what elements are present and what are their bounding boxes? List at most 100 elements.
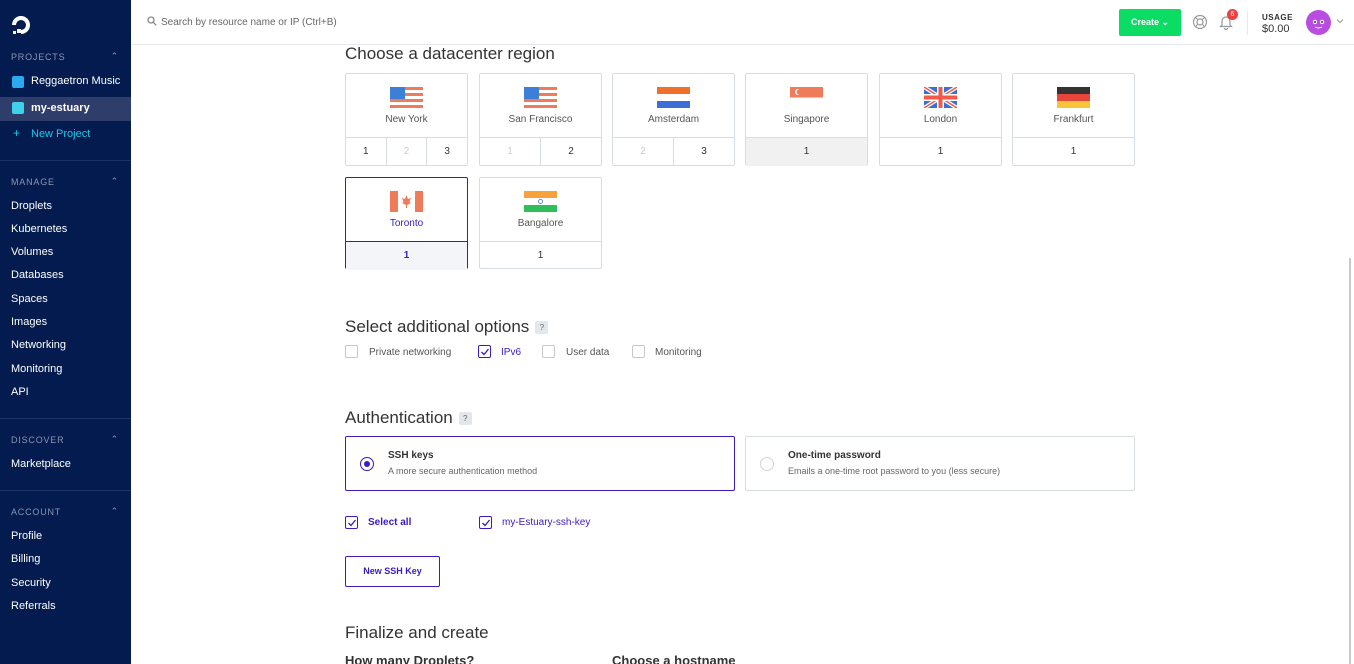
datacenter-selector: 123 (346, 137, 467, 166)
sidebar-item-networking[interactable]: Networking (11, 339, 66, 351)
private-networking-label[interactable]: Private networking (369, 347, 451, 358)
ssh-key-label[interactable]: my-Estuary-ssh-key (502, 517, 590, 528)
usage-label: USAGE (1262, 13, 1293, 22)
chevron-up-icon: ⌃ (110, 176, 119, 186)
datacenter-option[interactable]: 3 (674, 138, 734, 166)
sidebar-item-monitoring[interactable]: Monitoring (11, 363, 62, 375)
sidebar-item-marketplace[interactable]: Marketplace (11, 458, 71, 470)
ipv6-label[interactable]: IPv6 (501, 347, 521, 358)
sidebar: PROJECTS ⌃ Reggaetron Music my-estuary + … (0, 0, 131, 664)
divider (0, 490, 131, 491)
nl-flag-icon (657, 87, 690, 108)
account-header[interactable]: ACCOUNT ⌃ (11, 506, 119, 517)
user-data-checkbox[interactable] (542, 345, 555, 358)
digitalocean-logo-icon[interactable] (9, 13, 33, 37)
sidebar-item-volumes[interactable]: Volumes (11, 246, 53, 258)
datacenter-selector: 1 (880, 137, 1001, 166)
discover-header[interactable]: DISCOVER ⌃ (11, 434, 119, 445)
plus-icon: + (13, 126, 21, 140)
divider (0, 418, 131, 419)
region-card-singapore[interactable]: Singapore 1 (745, 73, 868, 166)
otp-title: One-time password (788, 450, 881, 461)
datacenter-selector: 1 (480, 241, 601, 270)
datacenter-option[interactable]: 1 (346, 138, 387, 166)
scrollbar[interactable] (1349, 258, 1351, 664)
ipv6-checkbox[interactable] (478, 345, 491, 358)
sidebar-item-droplets[interactable]: Droplets (11, 200, 52, 212)
region-card-san-francisco[interactable]: San Francisco 1 2 (479, 73, 602, 166)
datacenter-option[interactable]: 1 (346, 242, 467, 270)
select-all-label[interactable]: Select all (368, 517, 411, 528)
monitoring-checkbox[interactable] (632, 345, 645, 358)
region-card-frankfurt[interactable]: Frankfurt 1 (1012, 73, 1135, 166)
sidebar-item-billing[interactable]: Billing (11, 553, 40, 565)
datacenter-selector: 1 (346, 241, 467, 270)
notification-badge: 6 (1227, 9, 1238, 20)
sidebar-item-kubernetes[interactable]: Kubernetes (11, 223, 67, 235)
region-card-toronto[interactable]: Toronto 1 (345, 177, 468, 270)
private-networking-checkbox[interactable] (345, 345, 358, 358)
checkmark-icon (481, 348, 490, 356)
project-icon (12, 102, 24, 114)
search-input[interactable] (161, 14, 561, 30)
help-badge[interactable]: ? (535, 321, 549, 335)
ssh-keys-option[interactable]: SSH keys A more secure authentication me… (345, 436, 735, 491)
sidebar-project-my-estuary[interactable]: my-estuary (0, 97, 131, 121)
sidebar-project-reggaetron[interactable]: Reggaetron Music (0, 71, 131, 93)
sidebar-item-databases[interactable]: Databases (11, 269, 64, 281)
datacenter-option[interactable]: 1 (1013, 138, 1134, 166)
help-lifebuoy-icon[interactable] (1192, 14, 1208, 30)
datacenter-option[interactable]: 3 (427, 138, 467, 166)
ssh-key-checkbox[interactable] (479, 516, 492, 529)
select-all-checkbox[interactable] (345, 516, 358, 529)
datacenter-option[interactable]: 1 (480, 242, 601, 270)
options-section-title: Select additional options? (345, 317, 549, 337)
region-card-amsterdam[interactable]: Amsterdam 2 3 (612, 73, 735, 166)
one-time-password-option[interactable]: One-time password Emails a one-time root… (745, 436, 1135, 491)
region-name: Singapore (783, 114, 830, 125)
finalize-section-title: Finalize and create (345, 623, 489, 642)
otp-description: Emails a one-time root password to you (… (788, 466, 1001, 476)
region-name: San Francisco (508, 114, 573, 125)
user-data-label[interactable]: User data (566, 347, 609, 358)
datacenter-selector: 23 (613, 137, 734, 166)
sidebar-item-images[interactable]: Images (11, 316, 47, 328)
chevron-down-icon[interactable] (1336, 17, 1344, 25)
new-ssh-key-button[interactable]: New SSH Key (345, 556, 440, 587)
new-project-link[interactable]: + New Project (0, 126, 131, 145)
region-name: New York (385, 114, 428, 125)
datacenter-selector: 1 (746, 137, 867, 166)
divider (0, 160, 131, 161)
help-badge[interactable]: ? (458, 412, 472, 426)
avatar[interactable] (1306, 10, 1331, 35)
chevron-up-icon: ⌃ (110, 506, 119, 516)
sidebar-item-referrals[interactable]: Referrals (11, 600, 56, 612)
datacenter-selector: 1 (1013, 137, 1134, 166)
region-card-bangalore[interactable]: Bangalore 1 (479, 177, 602, 269)
datacenter-option: 2 (387, 138, 428, 166)
region-section-title: Choose a datacenter region (345, 44, 555, 63)
sidebar-item-spaces[interactable]: Spaces (11, 293, 48, 305)
create-button[interactable]: Create ⌄ (1119, 9, 1181, 36)
projects-header[interactable]: PROJECTS ⌃ (11, 51, 119, 62)
de-flag-icon (1057, 87, 1090, 108)
monitoring-label[interactable]: Monitoring (655, 347, 702, 358)
ssh-keys-radio[interactable] (360, 457, 374, 471)
ssh-keys-description: A more secure authentication method (388, 466, 538, 476)
ssh-keys-title: SSH keys (388, 450, 434, 461)
region-name: Amsterdam (647, 114, 700, 125)
datacenter-option[interactable]: 2 (541, 138, 601, 166)
region-card-new-york[interactable]: New York 1 2 3 (345, 73, 468, 166)
manage-header[interactable]: MANAGE ⌃ (11, 176, 119, 187)
sg-flag-icon (790, 87, 823, 108)
sidebar-item-profile[interactable]: Profile (11, 530, 42, 542)
sidebar-item-security[interactable]: Security (11, 577, 51, 589)
datacenter-option[interactable]: 1 (746, 138, 867, 166)
chevron-up-icon: ⌃ (110, 51, 119, 61)
one-time-password-radio[interactable] (760, 457, 774, 471)
usage-value[interactable]: $0.00 (1262, 23, 1290, 35)
region-card-london[interactable]: London 1 (879, 73, 1002, 166)
datacenter-option[interactable]: 1 (880, 138, 1001, 166)
sidebar-item-api[interactable]: API (11, 386, 29, 398)
region-name: Frankfurt (1053, 114, 1094, 125)
